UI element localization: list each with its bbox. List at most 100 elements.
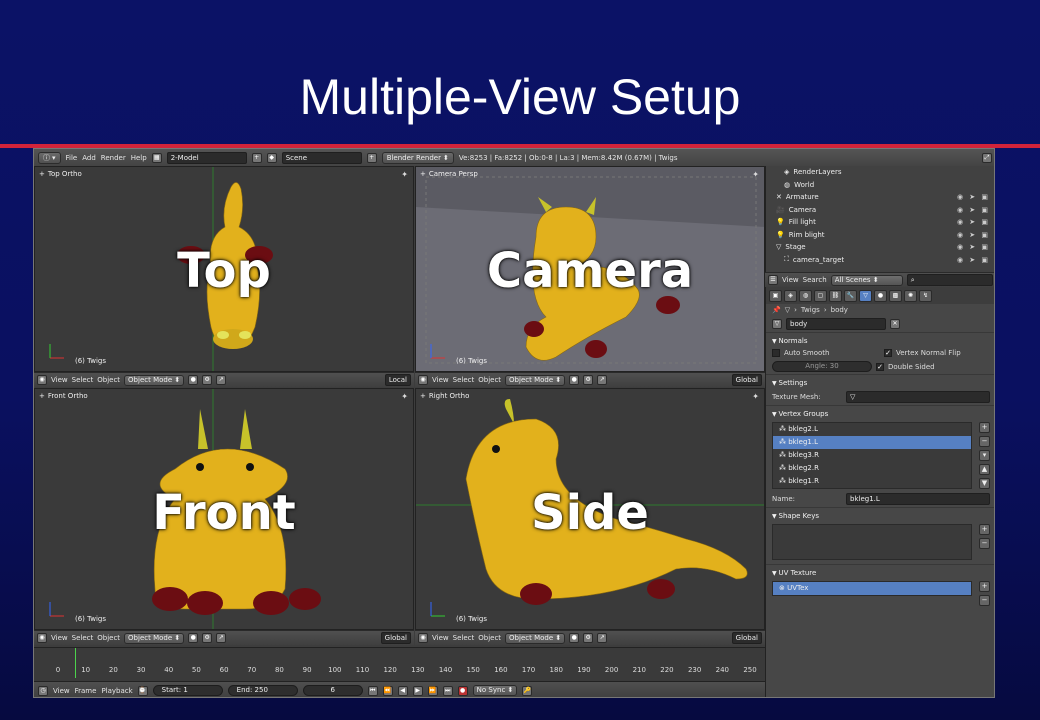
vertex-group-specials-button[interactable]: ▾ (979, 450, 990, 461)
vertex-groups-panel-header[interactable]: Vertex Groups (766, 405, 994, 420)
outliner-item[interactable]: ✕ Armature ◉ ➤ ▣ (766, 191, 994, 204)
render-tab-icon[interactable]: ▣ (769, 289, 782, 302)
menu-add[interactable]: Add (82, 154, 96, 162)
scene-field[interactable]: Scene (281, 151, 362, 164)
menu-select[interactable]: Select (453, 376, 475, 384)
physics-tab-icon[interactable]: ↯ (919, 289, 932, 302)
manipulator-icon[interactable]: ↗ (597, 633, 608, 643)
constraints-tab-icon[interactable]: ⛓ (829, 289, 842, 302)
auto-smooth-checkbox[interactable] (772, 349, 780, 357)
outliner-item[interactable]: ◍ World (766, 179, 994, 192)
display-mode-select[interactable]: All Scenes ⬍ (830, 274, 903, 286)
shading-icon[interactable]: ● (188, 633, 199, 643)
manipulator-icon[interactable]: ↗ (597, 375, 608, 385)
unlink-icon[interactable]: ✕ (890, 319, 900, 329)
add-scene-icon[interactable]: + (366, 152, 377, 163)
material-tab-icon[interactable]: ● (874, 289, 887, 302)
next-key-icon[interactable]: ⏩ (427, 685, 438, 696)
start-frame-field[interactable]: Start: 1 (152, 685, 223, 696)
viewport-corner-icon[interactable]: ✦ (752, 170, 759, 179)
pivot-icon[interactable]: ⚙ (583, 633, 594, 643)
vertex-group-name-field[interactable]: bkleg1.L (846, 493, 990, 505)
pivot-icon[interactable]: ⚙ (202, 375, 213, 385)
scene-tab-icon[interactable]: ◈ (784, 289, 797, 302)
settings-panel-header[interactable]: Settings (766, 374, 994, 389)
remove-vertex-group-button[interactable]: − (979, 436, 990, 447)
record-icon[interactable]: ● (457, 685, 468, 696)
add-shape-key-button[interactable]: + (979, 524, 990, 535)
pin-icon[interactable]: 📌 (772, 306, 781, 314)
play-reverse-icon[interactable]: ◀ (397, 685, 408, 696)
add-vertex-group-button[interactable]: + (979, 422, 990, 433)
move-up-button[interactable]: ▲ (979, 464, 990, 475)
mode-select[interactable]: Object Mode ⬍ (124, 632, 185, 644)
outliner-item[interactable]: ⛶ camera_target ◉ ➤ ▣ (766, 254, 994, 267)
menu-object[interactable]: Object (97, 376, 120, 384)
menu-view[interactable]: View (782, 276, 799, 284)
viewport-front[interactable]: Front Ortho ✦ Front (6) Twigs (34, 388, 414, 630)
menu-playback[interactable]: Playback (101, 687, 132, 695)
menu-render[interactable]: Render (101, 154, 126, 162)
menu-object[interactable]: Object (478, 376, 501, 384)
current-frame-field[interactable]: 6 (302, 685, 363, 696)
shading-icon[interactable]: ● (569, 375, 580, 385)
mode-select[interactable]: Object Mode ⬍ (505, 374, 566, 386)
visibility-toggle-icons[interactable]: ◉ ➤ ▣ (957, 206, 990, 214)
timeline[interactable]: 0 10 20 30 40 50 60 70 80 90 100 110 120 130 140 150 160… (34, 647, 765, 681)
play-icon[interactable]: ▶ (412, 685, 423, 696)
view3d-icon[interactable]: ◉ (418, 633, 428, 643)
mesh-browse-icon[interactable]: ▽ (772, 319, 782, 329)
vertex-groups-list[interactable]: ⁂ bkleg2.L ⁂ bkleg1.L ⁂ bkleg3.R ⁂ bkleg2.R… (772, 422, 972, 489)
orientation-field[interactable]: Global (731, 374, 762, 386)
menu-view[interactable]: View (51, 376, 68, 384)
remove-shape-key-button[interactable]: − (979, 538, 990, 549)
shape-keys-panel-header[interactable]: Shape Keys (766, 507, 994, 522)
world-tab-icon[interactable]: ◍ (799, 289, 812, 302)
menu-file[interactable]: File (66, 154, 78, 162)
render-engine-select[interactable]: Blender Render ⬍ (381, 151, 454, 164)
outliner-item[interactable]: 🎥 Camera ◉ ➤ ▣ (766, 204, 994, 217)
add-uv-button[interactable]: + (979, 581, 990, 592)
layout-field[interactable]: 2-Model (166, 151, 247, 164)
vertex-group-item[interactable]: ⁂ bkleg3.R (773, 449, 971, 462)
pivot-icon[interactable]: ⚙ (202, 633, 213, 643)
menu-frame[interactable]: Frame (75, 687, 97, 695)
outliner-item[interactable]: ▽ Stage ◉ ➤ ▣ (766, 241, 994, 254)
menu-object[interactable]: Object (478, 634, 501, 642)
menu-search[interactable]: Search (803, 276, 827, 284)
menu-view[interactable]: View (432, 634, 449, 642)
vertex-group-item[interactable]: ⁂ bkleg2.R (773, 462, 971, 475)
outliner-item[interactable]: 💡 Fill light ◉ ➤ ▣ (766, 216, 994, 229)
outliner[interactable]: ◈ RenderLayers ◍ World ✕ Armature ◉ ➤ ▣ 🎥 Camera… (765, 166, 994, 272)
menu-view[interactable]: View (53, 687, 70, 695)
viewport-corner-icon[interactable]: ✦ (752, 392, 759, 401)
visibility-toggle-icons[interactable]: ◉ ➤ ▣ (957, 231, 990, 239)
keying-set-icon[interactable]: 🔑 (522, 685, 533, 696)
shading-icon[interactable]: ● (569, 633, 580, 643)
uv-texture-list[interactable]: ⊗ UVTex (772, 581, 972, 596)
uv-texture-item[interactable]: ⊗ UVTex (773, 582, 971, 595)
outliner-search-input[interactable]: ⌕ (906, 274, 993, 286)
orientation-field[interactable]: Global (380, 632, 411, 644)
orientation-field[interactable]: Local (384, 374, 411, 386)
menu-select[interactable]: Select (72, 634, 94, 642)
layout-icon[interactable]: ▦ (151, 152, 162, 163)
vertex-group-item[interactable]: ⁂ bkleg1.R (773, 475, 971, 488)
view3d-icon[interactable]: ◉ (418, 375, 428, 385)
viewport-camera[interactable]: Camera Persp ✦ Camera (6) Twigs (415, 166, 765, 372)
menu-select[interactable]: Select (72, 376, 94, 384)
move-down-button[interactable]: ▼ (979, 478, 990, 489)
menu-view[interactable]: View (51, 634, 68, 642)
menu-view[interactable]: View (432, 376, 449, 384)
add-layout-icon[interactable]: + (251, 152, 262, 163)
outliner-icon[interactable]: ☰ (768, 275, 778, 285)
uv-texture-panel-header[interactable]: UV Texture (766, 564, 994, 579)
shape-keys-list[interactable] (772, 524, 972, 560)
timeline-current-frame-cursor[interactable] (74, 648, 76, 678)
mode-select[interactable]: Object Mode ⬍ (124, 374, 185, 386)
vertex-group-item[interactable]: ⁂ bkleg2.L (773, 423, 971, 436)
mode-select[interactable]: Object Mode ⬍ (505, 632, 566, 644)
manipulator-icon[interactable]: ↗ (216, 633, 227, 643)
mesh-name-field[interactable]: body (786, 318, 886, 330)
visibility-toggle-icons[interactable]: ◉ ➤ ▣ (957, 193, 990, 201)
